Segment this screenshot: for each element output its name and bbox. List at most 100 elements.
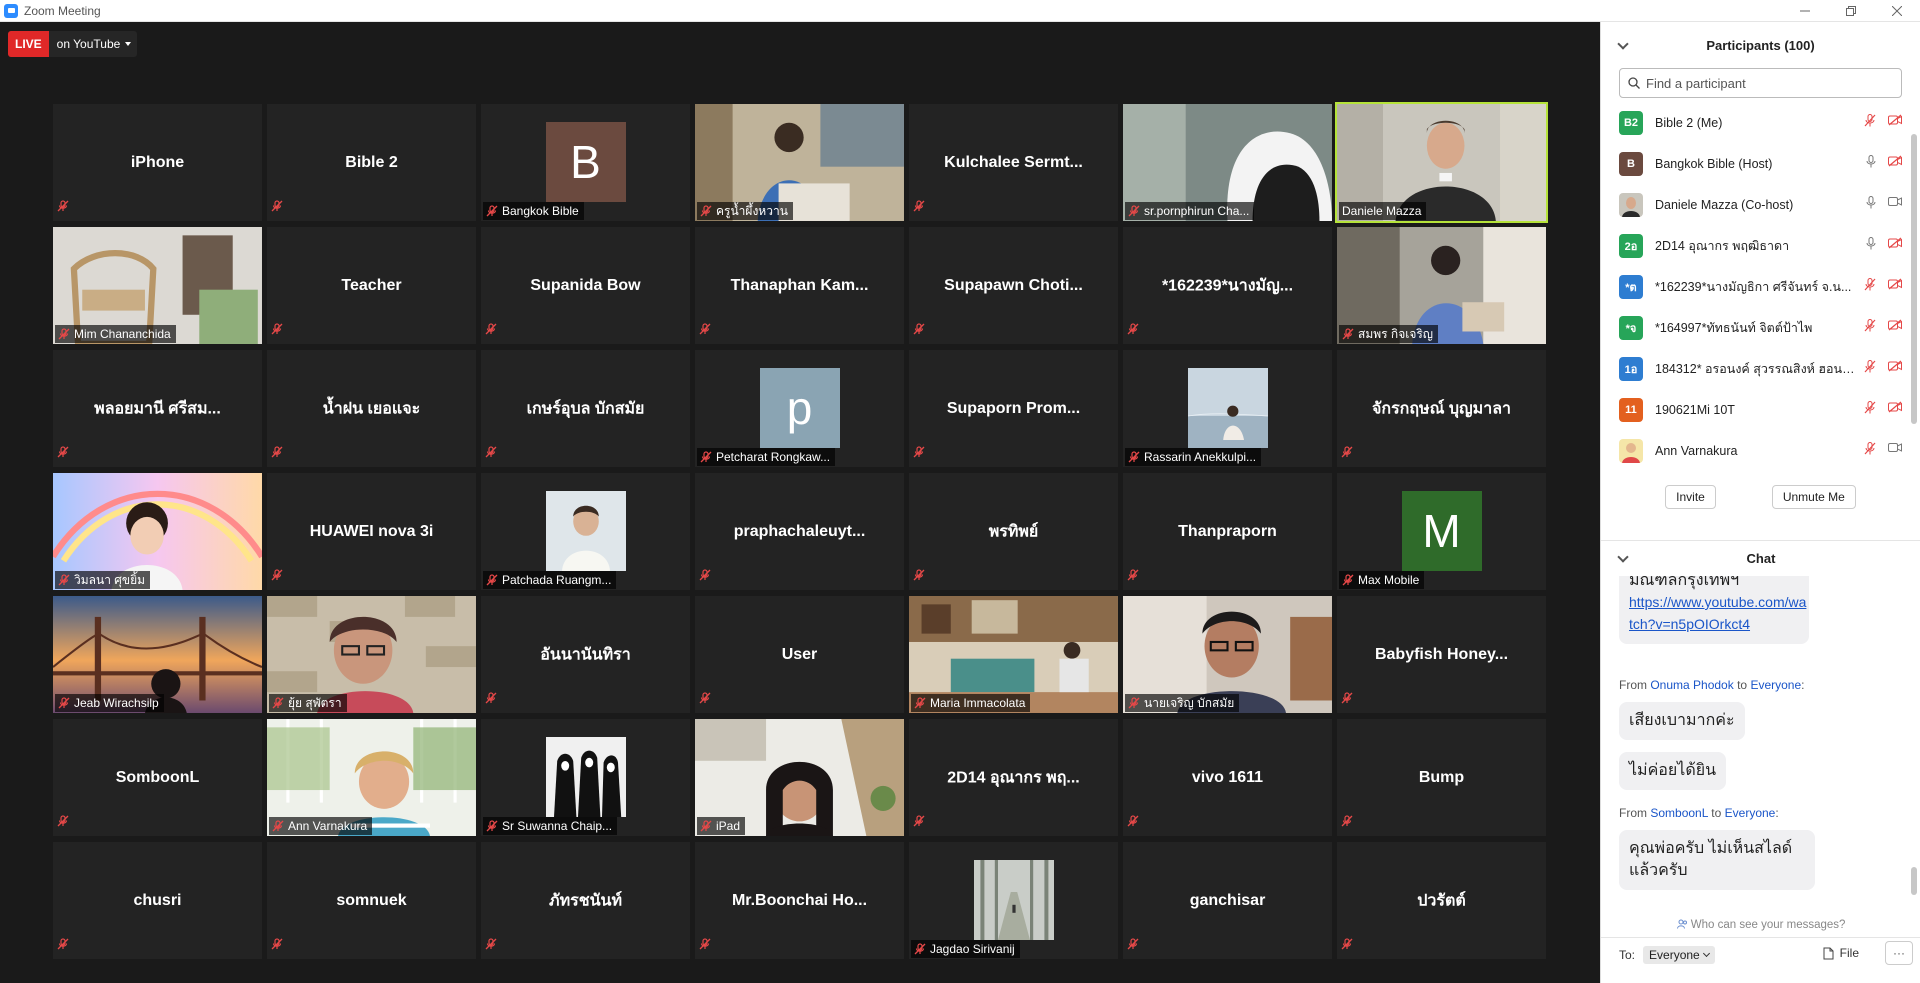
video-tile[interactable]: iPad: [695, 719, 904, 836]
video-tile[interactable]: Maria Immacolata: [909, 596, 1118, 713]
video-tile[interactable]: iPhone: [53, 104, 262, 221]
video-tile[interactable]: พรทิพย์: [909, 473, 1118, 590]
video-camera-off-icon[interactable]: [1888, 155, 1902, 167]
video-tile[interactable]: Mr.Boonchai Ho...: [695, 842, 904, 959]
video-tile[interactable]: sr.pornphirun Cha...: [1123, 104, 1332, 221]
mic-muted-icon[interactable]: [1864, 360, 1876, 373]
chat-recipient[interactable]: Everyone: [1725, 806, 1776, 820]
participant-row[interactable]: *จ *164997*ทัทธนันท์ จิตต์ป้าไพ: [1601, 307, 1920, 348]
mic-muted-icon: [914, 697, 926, 709]
video-tile[interactable]: somnuek: [267, 842, 476, 959]
video-tile[interactable]: Thanpraporn: [1123, 473, 1332, 590]
video-tile[interactable]: Bible 2: [267, 104, 476, 221]
video-tile[interactable]: chusri: [53, 842, 262, 959]
video-camera-icon[interactable]: [1888, 442, 1902, 453]
chat-recipient[interactable]: Everyone: [1750, 678, 1801, 692]
video-tile[interactable]: praphachaleuyt...: [695, 473, 904, 590]
video-tile[interactable]: User: [695, 596, 904, 713]
video-tile[interactable]: 2D14 อุณากร พฤ...: [909, 719, 1118, 836]
minimize-icon[interactable]: [1782, 0, 1828, 22]
participant-search-input[interactable]: [1646, 75, 1886, 91]
video-tile[interactable]: Patchada Ruangm...: [481, 473, 690, 590]
mic-icon[interactable]: [1866, 196, 1876, 209]
video-tile[interactable]: Bump: [1337, 719, 1546, 836]
close-icon[interactable]: [1874, 0, 1920, 22]
video-tile[interactable]: Ann Varnakura: [267, 719, 476, 836]
video-tile[interactable]: B Bangkok Bible: [481, 104, 690, 221]
invite-button[interactable]: Invite: [1665, 485, 1716, 509]
video-camera-off-icon[interactable]: [1888, 237, 1902, 249]
video-tile[interactable]: นายเจริญ บักสมัย: [1123, 596, 1332, 713]
video-camera-off-icon[interactable]: [1888, 360, 1902, 372]
video-tile[interactable]: Jeab Wirachsilp: [53, 596, 262, 713]
video-tile[interactable]: Supapawn Choti...: [909, 227, 1118, 344]
participant-row[interactable]: *ต *162239*นางมัญธิกา ศรีจันทร์ จ.น...: [1601, 266, 1920, 307]
video-tile[interactable]: vivo 1611: [1123, 719, 1332, 836]
video-tile[interactable]: ปวรัตต์: [1337, 842, 1546, 959]
participant-row[interactable]: 2อ 2D14 อุณากร พฤฒิธาดา: [1601, 225, 1920, 266]
video-tile[interactable]: p Petcharat Rongkaw...: [695, 350, 904, 467]
video-tile[interactable]: Supaporn Prom...: [909, 350, 1118, 467]
chat-sender[interactable]: Onuma Phodok: [1650, 678, 1733, 692]
video-camera-off-icon[interactable]: [1888, 401, 1902, 413]
video-camera-icon[interactable]: [1888, 196, 1902, 207]
video-tile[interactable]: Rassarin Anekkulpi...: [1123, 350, 1332, 467]
mic-muted-icon[interactable]: [1864, 442, 1876, 455]
video-tile[interactable]: ยุ้ย สุพัตรา: [267, 596, 476, 713]
mic-muted-icon[interactable]: [1864, 114, 1876, 127]
video-tile[interactable]: Daniele Mazza: [1335, 102, 1548, 223]
collapse-chevron-icon[interactable]: [1617, 551, 1629, 563]
participant-search[interactable]: [1619, 68, 1902, 98]
mic-muted-icon[interactable]: [1864, 401, 1876, 414]
video-tile[interactable]: ภัทรชนันท์: [481, 842, 690, 959]
participant-row[interactable]: Daniele Mazza (Co-host): [1601, 184, 1920, 225]
video-tile[interactable]: Babyfish Honey...: [1337, 596, 1546, 713]
more-options-button[interactable]: ···: [1885, 941, 1913, 965]
mic-muted-icon[interactable]: [1864, 278, 1876, 291]
video-tile[interactable]: อันนานันทิรา: [481, 596, 690, 713]
who-can-see-link[interactable]: Who can see your messages?: [1601, 919, 1920, 931]
mic-muted-icon[interactable]: [1864, 319, 1876, 332]
video-tile[interactable]: M Max Mobile: [1337, 473, 1546, 590]
collapse-chevron-icon[interactable]: [1617, 38, 1629, 50]
participant-row[interactable]: 1อ 184312* อรอนงค์ สุวรรณสิงห์ ฮอนด์...: [1601, 348, 1920, 389]
participant-name-tag: ยุ้ย สุพัตรา: [269, 694, 347, 712]
participant-row[interactable]: B Bangkok Bible (Host): [1601, 143, 1920, 184]
mic-icon[interactable]: [1866, 155, 1876, 168]
chat-scrollbar[interactable]: [1911, 867, 1917, 895]
live-streaming-badge[interactable]: LIVE on YouTube: [8, 31, 138, 57]
video-tile[interactable]: Thanaphan Kam...: [695, 227, 904, 344]
file-button[interactable]: File: [1823, 946, 1859, 960]
recipient-select[interactable]: Everyone: [1643, 946, 1715, 964]
video-tile[interactable]: Sr Suwanna Chaip...: [481, 719, 690, 836]
video-tile[interactable]: น้ำฝน เยอแจะ: [267, 350, 476, 467]
restore-icon[interactable]: [1828, 0, 1874, 22]
chat-sender[interactable]: SomboonL: [1650, 806, 1708, 820]
video-tile[interactable]: เกษร์อุบล บักสมัย: [481, 350, 690, 467]
video-tile[interactable]: *162239*นางมัญ...: [1123, 227, 1332, 344]
video-camera-off-icon[interactable]: [1888, 114, 1902, 126]
video-camera-off-icon[interactable]: [1888, 278, 1902, 290]
unmute-me-button[interactable]: Unmute Me: [1771, 485, 1856, 509]
video-tile[interactable]: สมพร กิจเจริญ: [1337, 227, 1546, 344]
video-tile[interactable]: Kulchalee Sermt...: [909, 104, 1118, 221]
participant-row[interactable]: Ann Varnakura: [1601, 430, 1920, 471]
video-tile[interactable]: SomboonL: [53, 719, 262, 836]
participant-display-name: Babyfish Honey...: [1374, 645, 1509, 663]
video-tile[interactable]: Mim Chananchida: [53, 227, 262, 344]
video-camera-off-icon[interactable]: [1888, 319, 1902, 331]
video-tile[interactable]: Teacher: [267, 227, 476, 344]
participant-list-scrollbar[interactable]: [1911, 134, 1917, 424]
participant-row[interactable]: 11 190621Mi 10T: [1601, 389, 1920, 430]
mic-icon[interactable]: [1866, 237, 1876, 250]
video-tile[interactable]: ganchisar: [1123, 842, 1332, 959]
video-tile[interactable]: พลอยมานี ศรีสม...: [53, 350, 262, 467]
video-tile[interactable]: HUAWEI nova 3i: [267, 473, 476, 590]
video-tile[interactable]: Supanida Bow: [481, 227, 690, 344]
video-tile[interactable]: Jagdao Sirivanij: [909, 842, 1118, 959]
video-tile[interactable]: จักรกฤษณ์ บุญมาลา: [1337, 350, 1546, 467]
video-tile[interactable]: วิมลนา ศุขยิ้ม: [53, 473, 262, 590]
participant-row[interactable]: B2 Bible 2 (Me): [1601, 102, 1920, 143]
video-tile[interactable]: ครูน้ำผึ้งหวาน: [695, 104, 904, 221]
chat-link[interactable]: https://www.youtube.com/wa tch?v=n5pOIOrk…: [1629, 594, 1806, 632]
